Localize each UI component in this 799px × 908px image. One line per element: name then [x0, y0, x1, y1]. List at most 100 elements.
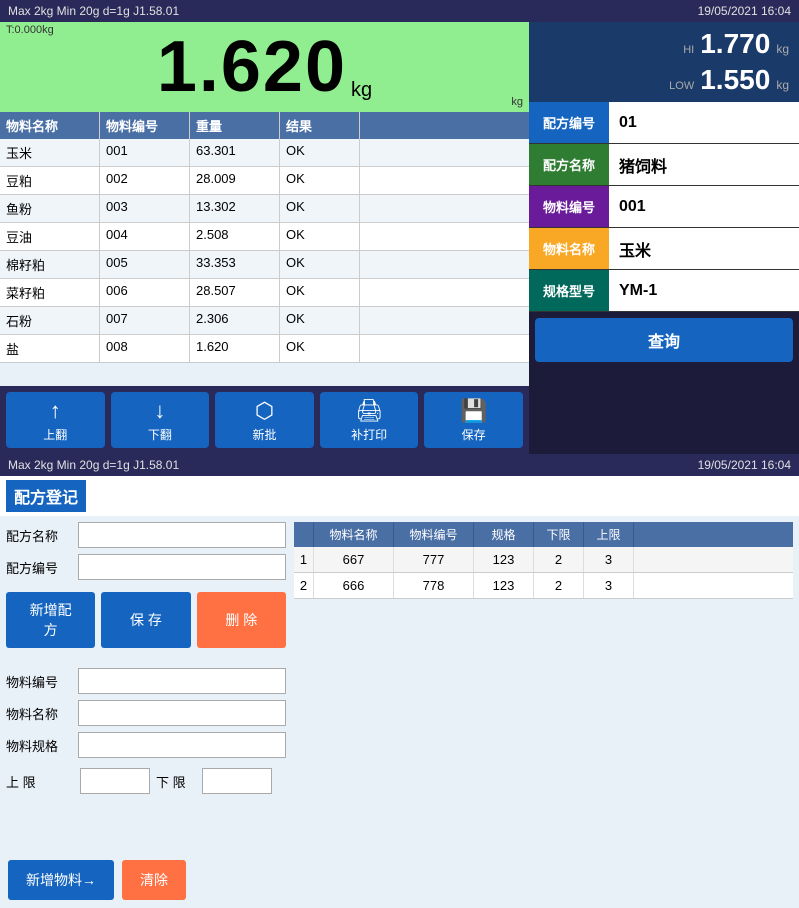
- rth-lower: 下限: [534, 522, 584, 547]
- row6-name: 石粉: [0, 307, 100, 334]
- new-batch-icon: ⬡: [255, 398, 274, 424]
- clear-button[interactable]: 清除: [122, 860, 186, 900]
- row3-name: 豆油: [0, 223, 100, 250]
- bottom-action-bar: 新增物料→ 清除: [0, 852, 799, 908]
- formula-name-label-btn[interactable]: 配方名称: [529, 144, 609, 185]
- table-row: 玉米 001 63.301 OK: [0, 139, 529, 167]
- save-button[interactable]: 💾 保存: [424, 392, 523, 448]
- scroll-down-button[interactable]: ↓ 下翻: [111, 392, 210, 448]
- row3-weight: 2.508: [190, 223, 280, 250]
- row4-name: 棉籽粕: [0, 251, 100, 278]
- new-batch-label: 新批: [252, 426, 276, 443]
- material-name-form-label: 物料名称: [6, 704, 74, 723]
- row1-code: 002: [100, 167, 190, 194]
- scroll-up-icon: ↑: [50, 398, 61, 424]
- top-datetime: 19/05/2021 16:04: [698, 4, 791, 18]
- spec-row: 规格型号 YM-1: [529, 270, 799, 312]
- scroll-up-button[interactable]: ↑ 上翻: [6, 392, 105, 448]
- form-save-button[interactable]: 保 存: [101, 592, 190, 648]
- formula-code-form-label: 配方编号: [6, 558, 74, 577]
- material-name-label-btn[interactable]: 物料名称: [529, 228, 609, 269]
- formula-code-input[interactable]: [78, 554, 286, 580]
- material-name-row: 物料名称 玉米: [529, 228, 799, 270]
- material-name-form-row: 物料名称: [6, 700, 286, 726]
- bottom-specs: Max 2kg Min 20g d=1g J1.58.01: [8, 458, 179, 472]
- hi-value: 1.770: [700, 28, 770, 60]
- bottom-datetime: 19/05/2021 16:04: [698, 458, 791, 472]
- query-label: 查询: [648, 328, 680, 352]
- material-code-form-label: 物料编号: [6, 672, 74, 691]
- row0-result: OK: [280, 139, 360, 166]
- row6-code: 007: [100, 307, 190, 334]
- material-spec-input[interactable]: [78, 732, 286, 758]
- formula-code-label-btn[interactable]: 配方编号: [529, 102, 609, 143]
- col-header-code: 物料编号: [100, 112, 190, 139]
- row7-weight: 1.620: [190, 335, 280, 362]
- tare-label: T:0.000kg: [6, 24, 54, 36]
- row2-weight: 13.302: [190, 195, 280, 222]
- right-table-section: 物料名称 物料编号 规格 下限 上限 1 667 777 123 2 3 2 6…: [294, 522, 793, 846]
- lower-limit-label: 下 限: [156, 772, 196, 791]
- bottom-title-bar: 配方登记: [0, 476, 799, 516]
- new-formula-button[interactable]: 新增配方: [6, 592, 95, 648]
- top-specs: Max 2kg Min 20g d=1g J1.58.01: [8, 4, 179, 18]
- row7-result: OK: [280, 335, 360, 362]
- material-code-value: 001: [609, 186, 799, 227]
- spec-value: YM-1: [609, 270, 799, 311]
- formula-code-value: 01: [609, 102, 799, 143]
- top-header-bar: Max 2kg Min 20g d=1g J1.58.01 19/05/2021…: [0, 0, 799, 22]
- row5-result: OK: [280, 279, 360, 306]
- rtr1-spec: 123: [474, 573, 534, 598]
- row6-result: OK: [280, 307, 360, 334]
- rtr0-lower: 2: [534, 547, 584, 572]
- row6-weight: 2.306: [190, 307, 280, 334]
- row2-result: OK: [280, 195, 360, 222]
- table-row: 棉籽粕 005 33.353 OK: [0, 251, 529, 279]
- formula-code-form-row: 配方编号: [6, 554, 286, 580]
- scroll-down-label: 下翻: [148, 426, 172, 443]
- formula-name-input[interactable]: [78, 522, 286, 548]
- low-row: LOW 1.550 kg: [539, 64, 789, 96]
- reprint-button[interactable]: 🖨 补打印: [320, 392, 419, 448]
- weight-unit: kg: [351, 79, 372, 102]
- table-row: 豆油 004 2.508 OK: [0, 223, 529, 251]
- add-material-button[interactable]: 新增物料→: [8, 860, 114, 900]
- low-label: LOW: [669, 80, 694, 92]
- row2-name: 鱼粉: [0, 195, 100, 222]
- weight-display: T:0.000kg 1.620 kg kg: [0, 22, 529, 112]
- lower-limit-input[interactable]: [202, 768, 272, 794]
- scroll-down-icon: ↓: [154, 398, 165, 424]
- form-delete-button[interactable]: 删 除: [197, 592, 286, 648]
- save-label: 保存: [462, 426, 486, 443]
- top-panel: Max 2kg Min 20g d=1g J1.58.01 19/05/2021…: [0, 0, 799, 454]
- material-code-label-btn[interactable]: 物料编号: [529, 186, 609, 227]
- row5-code: 006: [100, 279, 190, 306]
- material-name-value: 玉米: [609, 228, 799, 269]
- query-button[interactable]: 查询: [535, 318, 793, 362]
- formula-name-row: 配方名称 猪饲料: [529, 144, 799, 186]
- form-left: 配方名称 配方编号 新增配方 保 存 删 除 物料编号 物料名称: [6, 522, 286, 846]
- bottom-content: 配方名称 配方编号 新增配方 保 存 删 除 物料编号 物料名称: [0, 516, 799, 852]
- rth-matcode: 物料编号: [394, 522, 474, 547]
- material-code-input[interactable]: [78, 668, 286, 694]
- scroll-up-label: 上翻: [43, 426, 67, 443]
- right-table-row: 2 666 778 123 2 3: [294, 573, 793, 599]
- rtr0-upper: 3: [584, 547, 634, 572]
- row1-weight: 28.009: [190, 167, 280, 194]
- col-header-weight: 重量: [190, 112, 280, 139]
- material-code-form-row: 物料编号: [6, 668, 286, 694]
- action-bar: ↑ 上翻 ↓ 下翻 ⬡ 新批 🖨 补打印 💾 保存: [0, 386, 529, 454]
- spec-label-btn[interactable]: 规格型号: [529, 270, 609, 311]
- data-table: 物料名称 物料编号 重量 结果 玉米 001 63.301 OK 豆粕 002 …: [0, 112, 529, 386]
- formula-name-form-row: 配方名称: [6, 522, 286, 548]
- upper-limit-input[interactable]: [80, 768, 150, 794]
- row2-code: 003: [100, 195, 190, 222]
- right-table-row: 1 667 777 123 2 3: [294, 547, 793, 573]
- rtr1-code: 778: [394, 573, 474, 598]
- upper-limit-label: 上 限: [6, 772, 74, 791]
- new-batch-button[interactable]: ⬡ 新批: [215, 392, 314, 448]
- hi-low-display: HI 1.770 kg LOW 1.550 kg: [529, 22, 799, 102]
- formula-code-row: 配方编号 01: [529, 102, 799, 144]
- main-display-area: T:0.000kg 1.620 kg kg 物料名称 物料编号 重量 结果 玉米…: [0, 22, 799, 454]
- material-name-input[interactable]: [78, 700, 286, 726]
